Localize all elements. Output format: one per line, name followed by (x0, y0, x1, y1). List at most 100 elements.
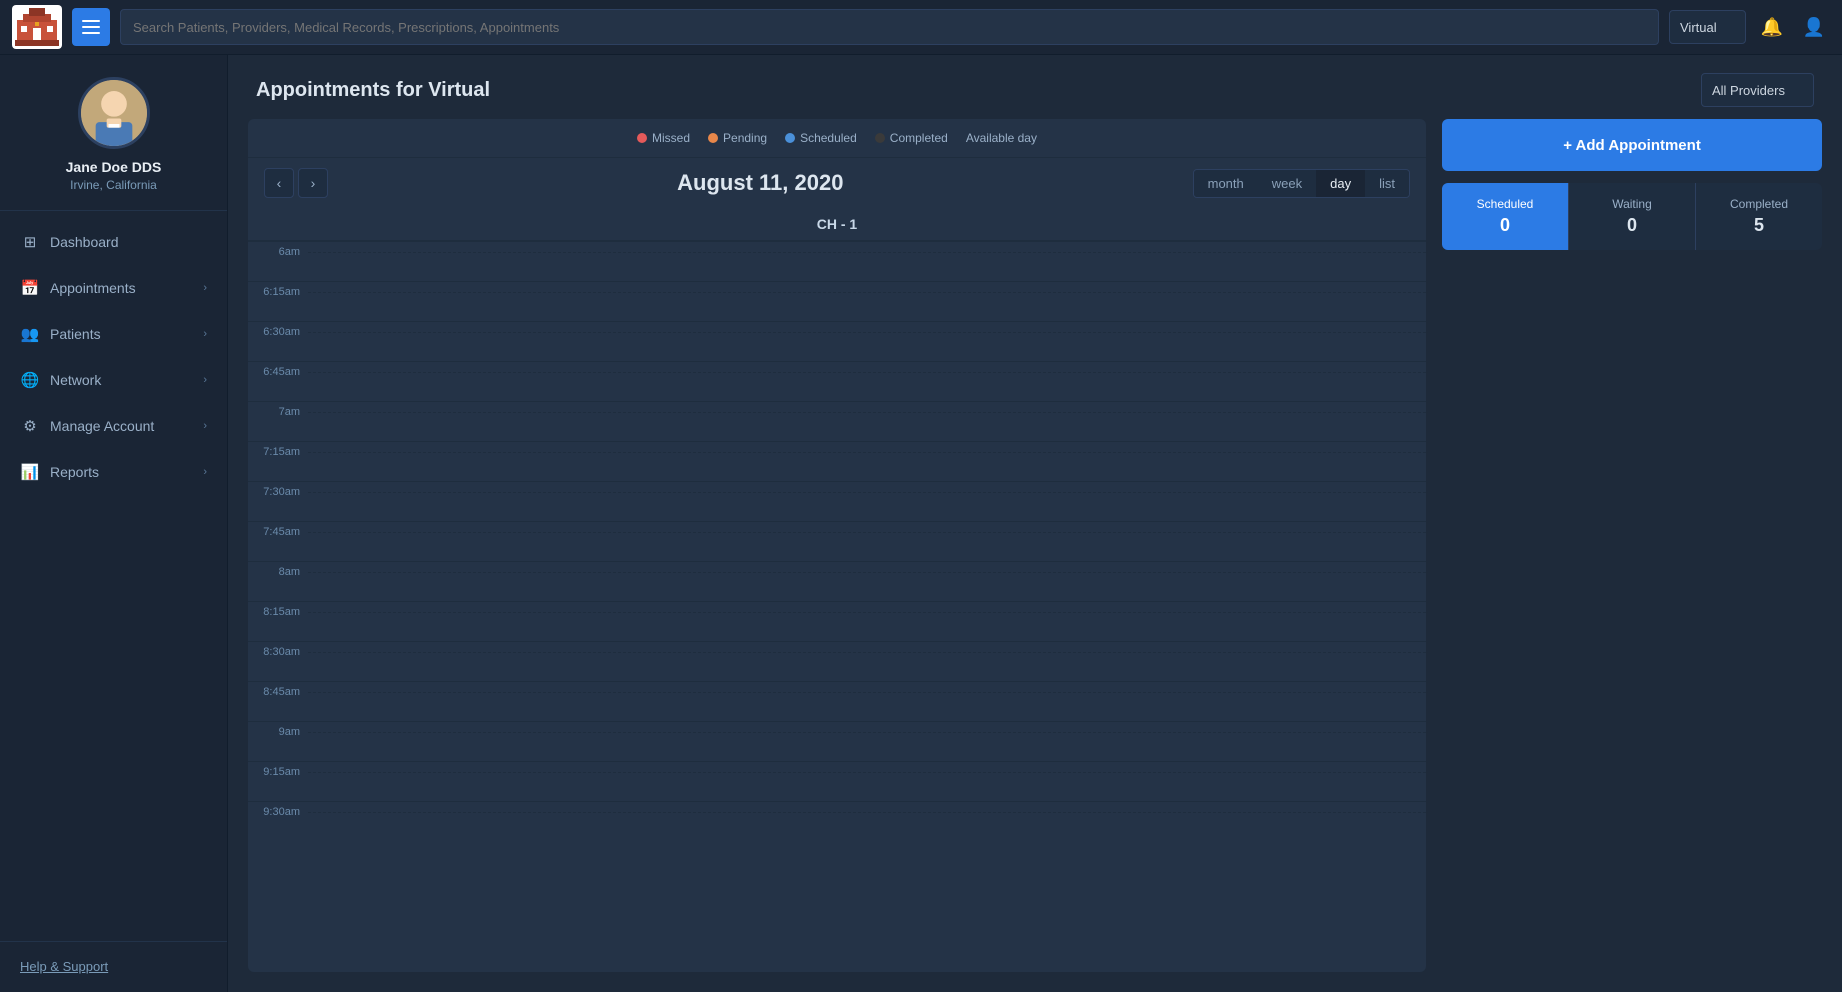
stat-value: 0 (1627, 215, 1637, 236)
time-slot: 9:15am (248, 761, 1426, 801)
time-slot: 8:45am (248, 681, 1426, 721)
time-line (308, 252, 1426, 253)
time-line (308, 292, 1426, 293)
sidebar-item-reports[interactable]: 📊 Reports › (0, 449, 227, 495)
time-line (308, 492, 1426, 493)
sidebar-item-manage-account[interactable]: ⚙ Manage Account › (0, 403, 227, 449)
time-slot: 9:30am (248, 801, 1426, 841)
time-grid[interactable]: 6am 6:15am 6:30am 6:45am 7am 7:15am 7:30… (248, 241, 1426, 972)
sidebar-item-label: Patients (50, 326, 101, 342)
view-tab-week[interactable]: week (1258, 170, 1316, 197)
sidebar: Jane Doe DDS Irvine, California ⊞ Dashbo… (0, 55, 228, 992)
time-line (308, 772, 1426, 773)
search-input[interactable] (120, 9, 1659, 45)
time-slot: 8am (248, 561, 1426, 601)
current-date: August 11, 2020 (677, 170, 843, 196)
time-line (308, 532, 1426, 533)
sidebar-item-appointments[interactable]: 📅 Appointments › (0, 265, 227, 311)
view-tab-day[interactable]: day (1316, 170, 1365, 197)
legend-dot (785, 133, 795, 143)
sidebar-arrow-icon: › (203, 466, 207, 478)
legend-pending: Pending (708, 131, 767, 145)
stat-card-completed[interactable]: Completed 5 (1696, 183, 1822, 250)
time-label: 9:15am (248, 762, 308, 778)
sidebar-item-patients[interactable]: 👥 Patients › (0, 311, 227, 357)
stat-card-scheduled[interactable]: Scheduled 0 (1442, 183, 1569, 250)
time-line (308, 652, 1426, 653)
time-slot: 9am (248, 721, 1426, 761)
providers-select[interactable]: All Providers (1701, 73, 1814, 107)
sidebar-footer: Help & Support (0, 941, 227, 992)
dashboard-icon: ⊞ (20, 233, 40, 251)
sidebar-nav: ⊞ Dashboard 📅 Appointments › 👥 Patients … (0, 211, 227, 941)
user-icon[interactable]: 👤 (1798, 11, 1830, 43)
legend-missed: Missed (637, 131, 690, 145)
add-appointment-button[interactable]: + Add Appointment (1442, 119, 1822, 171)
help-support-link[interactable]: Help & Support (20, 959, 108, 974)
legend-scheduled: Scheduled (785, 131, 857, 145)
time-slot: 8:30am (248, 641, 1426, 681)
view-tabs: monthweekdaylist (1193, 169, 1410, 198)
time-label: 6:15am (248, 282, 308, 298)
layout: Jane Doe DDS Irvine, California ⊞ Dashbo… (0, 55, 1842, 992)
time-slot: 6:45am (248, 361, 1426, 401)
time-label: 6:30am (248, 322, 308, 338)
sidebar-arrow-icon: › (203, 374, 207, 386)
time-label: 6am (248, 242, 308, 258)
time-slot: 7:45am (248, 521, 1426, 561)
time-label: 8:15am (248, 602, 308, 618)
profile-name: Jane Doe DDS (66, 159, 162, 175)
manage-account-icon: ⚙ (20, 417, 40, 435)
stat-card-waiting[interactable]: Waiting 0 (1569, 183, 1696, 250)
next-date-button[interactable]: › (298, 168, 328, 198)
time-slot: 7:15am (248, 441, 1426, 481)
sidebar-item-dashboard[interactable]: ⊞ Dashboard (0, 219, 227, 265)
time-line (308, 412, 1426, 413)
avatar (78, 77, 150, 149)
view-tab-list[interactable]: list (1365, 170, 1409, 197)
profile-location: Irvine, California (70, 178, 157, 192)
time-line (308, 732, 1426, 733)
location-select[interactable]: Virtual (1669, 10, 1746, 44)
sidebar-profile: Jane Doe DDS Irvine, California (0, 55, 227, 211)
time-slot: 7am (248, 401, 1426, 441)
right-panel: + Add Appointment Scheduled 0 Waiting 0 … (1442, 119, 1822, 972)
sidebar-item-label: Appointments (50, 280, 136, 296)
hamburger-button[interactable] (72, 8, 110, 46)
sidebar-item-network[interactable]: 🌐 Network › (0, 357, 227, 403)
time-label: 7:45am (248, 522, 308, 538)
time-line (308, 692, 1426, 693)
main-content: Appointments for Virtual All Providers M… (228, 55, 1842, 992)
prev-date-button[interactable]: ‹ (264, 168, 294, 198)
channel-header: CH - 1 (248, 208, 1426, 241)
time-line (308, 372, 1426, 373)
time-label: 7:15am (248, 442, 308, 458)
legend-available-day: Available day (966, 131, 1037, 145)
time-line (308, 612, 1426, 613)
reports-icon: 📊 (20, 463, 40, 481)
time-line (308, 452, 1426, 453)
sidebar-arrow-icon: › (203, 420, 207, 432)
notification-icon[interactable]: 🔔 (1756, 11, 1788, 43)
main-header: Appointments for Virtual All Providers (228, 55, 1842, 119)
patients-icon: 👥 (20, 325, 40, 343)
calendar-panel: MissedPendingScheduledCompletedAvailable… (248, 119, 1426, 972)
logo (12, 5, 62, 49)
stats-row: Scheduled 0 Waiting 0 Completed 5 (1442, 183, 1822, 250)
sidebar-item-label: Manage Account (50, 418, 154, 434)
sidebar-arrow-icon: › (203, 328, 207, 340)
top-nav: Virtual 🔔 👤 (0, 0, 1842, 55)
time-slot: 6am (248, 241, 1426, 281)
time-slot: 8:15am (248, 601, 1426, 641)
appointments-icon: 📅 (20, 279, 40, 297)
view-tab-month[interactable]: month (1194, 170, 1258, 197)
time-slot: 6:30am (248, 321, 1426, 361)
time-slot: 7:30am (248, 481, 1426, 521)
nav-right: Virtual 🔔 👤 (1669, 10, 1830, 44)
page-title: Appointments for Virtual (256, 79, 490, 102)
sidebar-item-label: Network (50, 372, 101, 388)
legend-dot (637, 133, 647, 143)
sidebar-item-label: Reports (50, 464, 99, 480)
time-label: 7am (248, 402, 308, 418)
legend-dot (708, 133, 718, 143)
